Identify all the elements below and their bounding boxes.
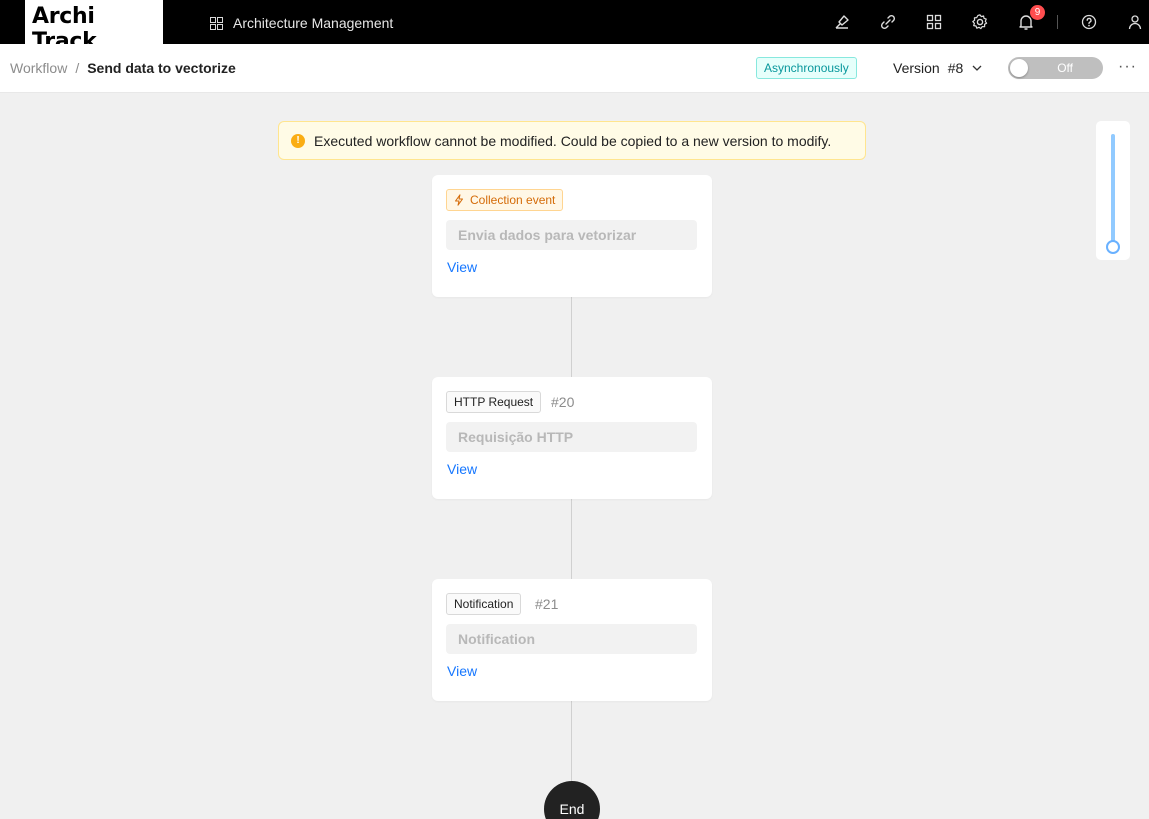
warning-icon: ! [291, 133, 305, 148]
breadcrumb: Workflow / Send data to vectorize [10, 60, 236, 76]
node-type-tag: Notification [446, 593, 522, 615]
workflow-node-trigger[interactable]: Collection event Envia dados para vetori… [432, 175, 712, 297]
zoom-slider-handle[interactable] [1106, 240, 1120, 254]
alert-message: Executed workflow cannot be modified. Co… [314, 132, 832, 149]
notification-badge: 9 [1030, 5, 1045, 20]
user-icon[interactable] [1125, 12, 1145, 32]
chevron-down-icon [972, 65, 982, 71]
workflow-toggle[interactable]: Off [1008, 57, 1103, 79]
apps-icon[interactable] [924, 12, 944, 32]
node-type-label: Notification [454, 597, 514, 611]
gear-icon[interactable] [970, 12, 990, 32]
node-type-tag: HTTP Request [446, 391, 542, 413]
connector-line [571, 297, 572, 377]
workflow-node-http-request[interactable]: HTTP Request #20 Requisição HTTP View [432, 377, 712, 499]
node-title: Requisição HTTP [446, 422, 697, 452]
version-label: Version [893, 60, 940, 76]
toggle-knob [1010, 59, 1028, 77]
logo[interactable]: Archi Track [25, 0, 163, 54]
toggle-label: Off [1057, 61, 1073, 75]
async-tag: Asynchronously [756, 57, 857, 79]
node-type-label: Collection event [470, 193, 556, 207]
node-id: #20 [551, 394, 575, 410]
node-title: Envia dados para vetorizar [446, 220, 697, 250]
app-label: Architecture Management [233, 15, 394, 31]
page-title: Send data to vectorize [87, 60, 236, 76]
view-link[interactable]: View [447, 663, 477, 679]
view-link[interactable]: View [447, 259, 477, 275]
brush-icon[interactable] [832, 12, 852, 32]
more-options-icon[interactable]: ··· [1118, 58, 1137, 76]
version-select[interactable]: Version #8 [893, 60, 983, 76]
trigger-type-tag: Collection event [446, 189, 564, 211]
node-title: Notification [446, 624, 697, 654]
view-link[interactable]: View [447, 461, 477, 477]
breadcrumb-separator: / [75, 60, 80, 76]
connector-line [571, 701, 572, 781]
topbar-divider [1057, 15, 1058, 29]
help-icon[interactable] [1079, 12, 1099, 32]
link-icon[interactable] [878, 12, 898, 32]
workflow-header: Workflow / Send data to vectorize Asynch… [0, 44, 1149, 93]
zoom-slider-panel [1096, 121, 1130, 260]
app-switcher[interactable]: Architecture Management [210, 13, 393, 33]
node-type-label: HTTP Request [454, 395, 534, 409]
zoom-slider-track[interactable] [1111, 134, 1115, 246]
top-navigation-bar: Archi Track Architecture Management 9 [0, 0, 1149, 54]
workflow-node-notification[interactable]: Notification #21 Notification View [432, 579, 712, 701]
lightning-icon [455, 194, 463, 206]
breadcrumb-workflow-link[interactable]: Workflow [10, 60, 67, 76]
end-node: End [544, 781, 600, 819]
warning-alert: ! Executed workflow cannot be modified. … [278, 121, 866, 160]
connector-line [571, 499, 572, 579]
node-id: #21 [535, 596, 559, 612]
version-value: #8 [947, 60, 964, 76]
grid-icon [210, 16, 223, 30]
